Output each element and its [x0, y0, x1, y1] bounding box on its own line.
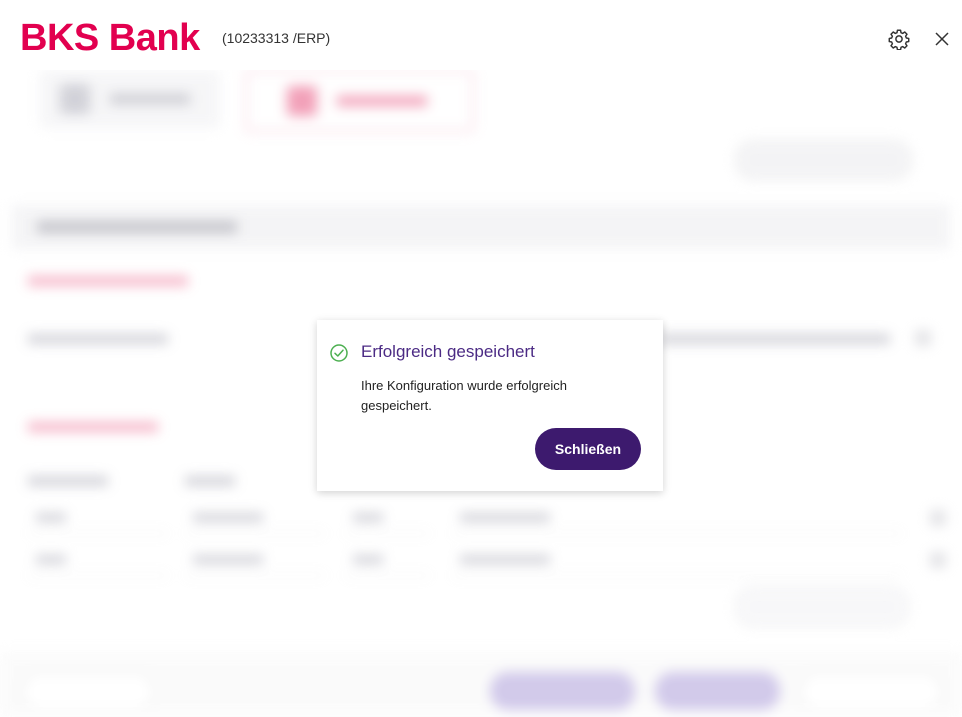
check-circle-icon: [330, 344, 348, 362]
bg-button: [735, 140, 912, 180]
gear-icon: [888, 29, 910, 51]
tab-left: [40, 70, 220, 128]
settings-button[interactable]: [888, 28, 910, 51]
close-dialog-button[interactable]: Schließen: [535, 428, 641, 470]
tab-active: [245, 70, 474, 132]
close-icon: [935, 32, 949, 46]
dialog-message: Ihre Konfiguration wurde erfolgreich ges…: [361, 378, 567, 413]
dialog-title: Erfolgreich gespeichert: [361, 342, 535, 361]
client-id: (10233313 /ERP): [222, 30, 331, 46]
bg-section-header: [12, 205, 950, 249]
app-header: BKS Bank (10233313 /ERP): [0, 0, 962, 70]
brand-logo: BKS Bank: [20, 17, 200, 59]
success-dialog: Erfolgreich gespeichert Ihre Konfigurati…: [317, 320, 663, 491]
close-window-button[interactable]: [932, 29, 952, 49]
